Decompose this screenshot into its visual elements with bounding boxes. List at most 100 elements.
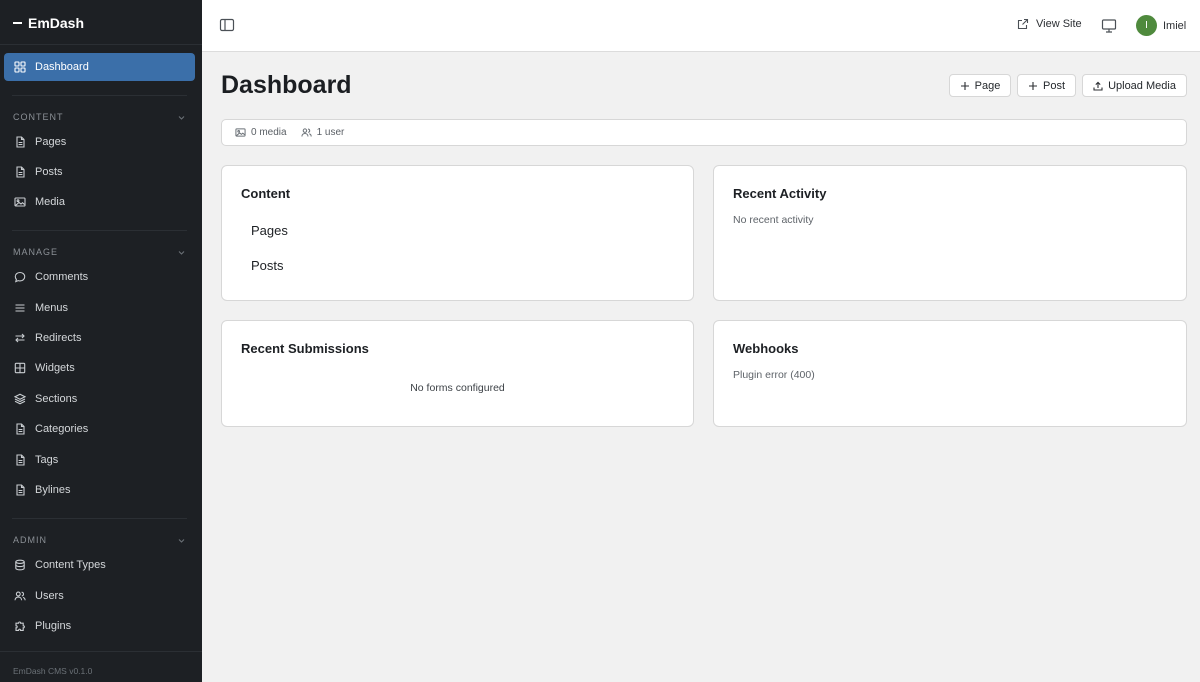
empty-state-text: No forms configured [410,382,505,394]
content-card: Content Pages Posts [221,165,694,301]
sidebar-toggle-icon[interactable] [219,17,235,33]
file-icon [16,136,25,148]
user-menu[interactable]: I Imiel [1136,15,1186,36]
sidebar-item-pages[interactable]: Pages [4,128,195,156]
button-label: Upload Media [1108,79,1176,92]
upload-media-button[interactable]: Upload Media [1082,74,1187,97]
user-count: 1 user [316,127,345,138]
button-label: Post [1042,79,1065,92]
upload-icon [1093,81,1103,91]
section-title: CONTENT [13,112,64,122]
image-icon [14,197,26,207]
sidebar-item-label: Users [35,590,64,602]
sidebar-item-plugins[interactable]: Plugins [4,612,195,640]
monitor-icon[interactable] [1101,18,1117,34]
chevron-down-icon [178,538,185,543]
media-count: 0 media [251,127,287,138]
section-title: MANAGE [13,247,59,257]
media-stat: 0 media [235,127,287,138]
button-label: Page [974,79,1001,92]
file-icon [16,423,25,435]
sidebar-item-bylines[interactable]: Bylines [4,476,195,504]
recent-submissions-card: Recent Submissions No forms configured [221,320,694,427]
sidebar-divider [12,95,187,96]
users-icon [14,591,26,601]
sidebar-item-media[interactable]: Media [4,188,195,216]
version-label: EmDash CMS v0.1.0 [13,666,93,676]
external-link-icon [1017,18,1029,30]
user-name: Imiel [1163,19,1187,32]
grid-icon [14,362,26,374]
recent-activity-card: Recent Activity No recent activity [713,165,1187,301]
chevron-down-icon [178,115,185,120]
top-bar: View Site I Imiel [202,0,1200,52]
menu-icon [15,304,25,312]
stats-bar: 0 media 1 user [221,119,1187,146]
sidebar-footer-divider [0,651,202,652]
sidebar-item-label: Sections [35,393,78,405]
card-title: Webhooks [733,341,799,356]
sidebar-item-label: Redirects [35,332,82,344]
puzzle-icon [15,621,25,631]
sidebar-item-label: Tags [35,454,59,466]
sidebar-item-content-types[interactable]: Content Types [4,551,195,579]
sidebar-item-label: Pages [35,136,67,148]
grid-icon [14,61,26,73]
sidebar-item-categories[interactable]: Categories [4,415,195,443]
sidebar-item-widgets[interactable]: Widgets [4,354,195,382]
users-icon [300,128,312,137]
sidebar-item-label: Menus [35,302,69,314]
section-header-content[interactable]: CONTENT [13,111,186,123]
sidebar-item-label: Categories [35,423,89,435]
new-post-button[interactable]: Post [1017,74,1076,97]
card-title: Content [241,186,291,201]
database-icon [15,559,25,571]
sidebar-divider [12,230,187,231]
section-header-manage[interactable]: MANAGE [13,246,186,258]
view-site-link[interactable]: View Site [1017,18,1082,30]
file-icon [16,166,25,178]
page-title: Dashboard [221,71,352,99]
sidebar-item-label: Comments [35,271,89,283]
brand-name: EmDash [28,15,85,31]
speech-bubble-icon [14,271,26,283]
view-site-label: View Site [1036,18,1082,30]
empty-state-text: No recent activity [733,214,814,226]
sidebar-item-posts[interactable]: Posts [4,158,195,186]
brand-divider [0,44,202,45]
sidebar: EmDash Dashboard CONTENT Pages Posts Med… [0,0,202,682]
file-icon [16,484,25,496]
webhooks-card: Webhooks Plugin error (400) [713,320,1187,427]
arrows-swap-icon [15,333,25,343]
sidebar-item-label: Plugins [35,620,72,632]
sidebar-item-label: Content Types [35,559,106,571]
section-header-admin[interactable]: ADMIN [13,534,186,546]
sidebar-item-sections[interactable]: Sections [4,385,195,413]
error-text: Plugin error (400) [733,369,815,381]
card-title: Recent Activity [733,186,827,201]
sidebar-item-label: Media [35,196,65,208]
avatar: I [1136,15,1157,36]
sidebar-item-label: Dashboard [35,61,89,73]
sidebar-item-label: Widgets [35,362,75,374]
plus-icon [960,81,969,90]
sidebar-item-label: Posts [35,166,63,178]
section-title: ADMIN [13,535,47,545]
brand-logo[interactable]: EmDash [13,15,84,31]
content-link-pages[interactable]: Pages [251,223,288,238]
sidebar-item-menus[interactable]: Menus [4,294,195,322]
sidebar-item-dashboard[interactable]: Dashboard [4,53,195,81]
dash-logo-icon [13,22,22,24]
users-stat: 1 user [300,127,345,138]
sidebar-item-users[interactable]: Users [4,582,195,610]
sidebar-item-label: Bylines [35,484,71,496]
plus-icon [1028,81,1037,90]
layers-icon [14,393,26,405]
sidebar-item-comments[interactable]: Comments [4,263,195,291]
sidebar-item-redirects[interactable]: Redirects [4,324,195,352]
sidebar-item-tags[interactable]: Tags [4,446,195,474]
image-icon [235,128,246,137]
new-page-button[interactable]: Page [949,74,1011,97]
content-link-posts[interactable]: Posts [251,258,284,273]
sidebar-divider [12,518,187,519]
